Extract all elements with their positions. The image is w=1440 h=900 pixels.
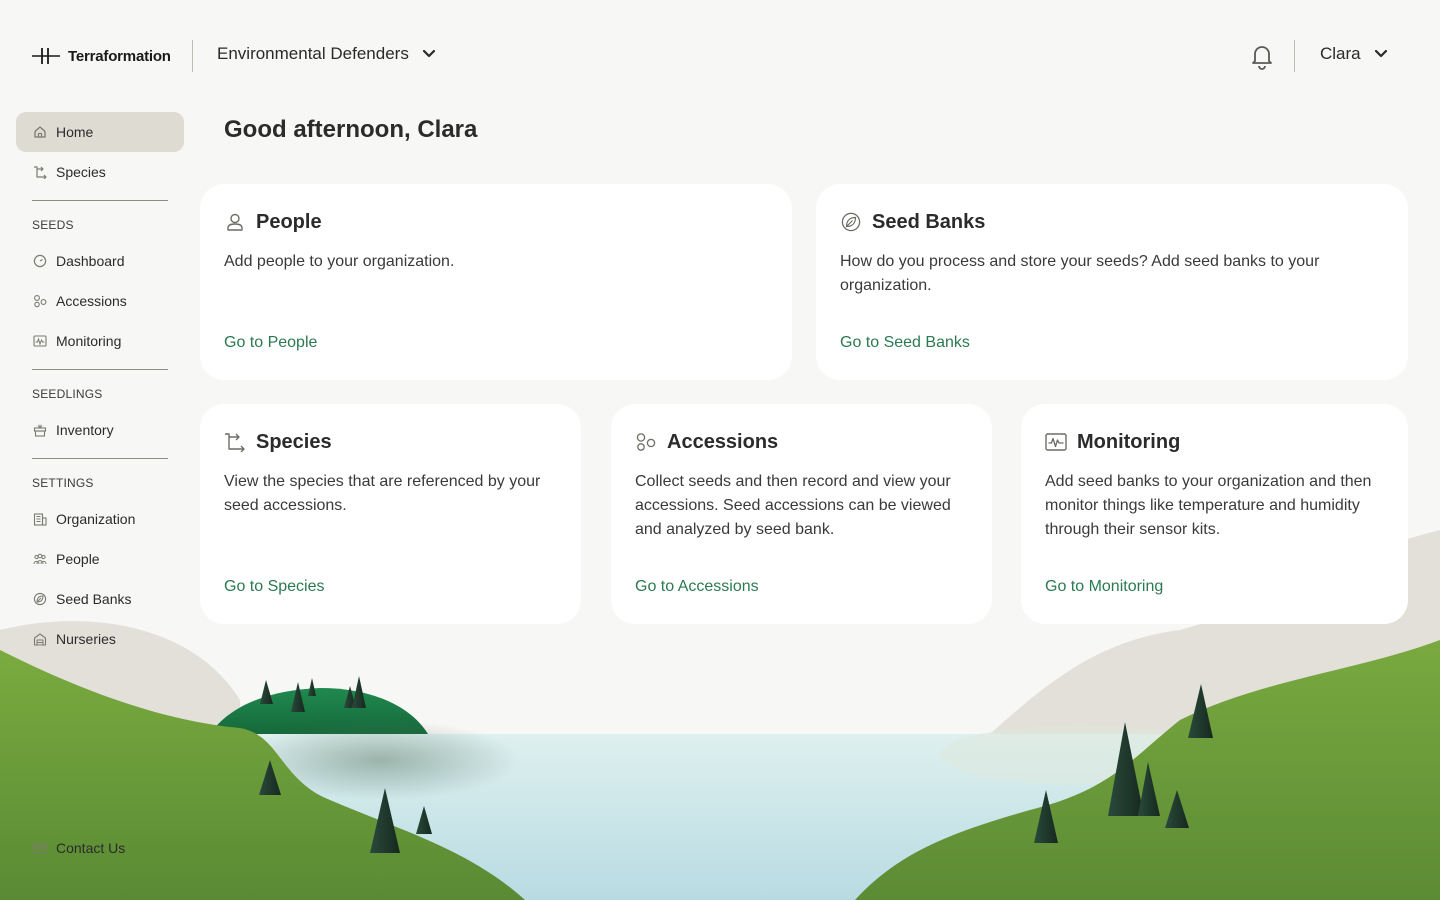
card-title-text: Accessions [667,430,779,453]
sidebar-item-label: People [56,551,100,567]
sidebar-section-seedlings: SEEDLINGS [32,387,103,401]
sidebar-item-label: Monitoring [56,333,122,349]
header-divider [192,40,193,72]
contact-us-section: Contact Us [16,828,184,868]
go-to-people-link[interactable]: Go to People [224,334,317,352]
card-title: Monitoring [1045,428,1384,456]
card-people: People Add people to your organization. … [200,184,792,380]
chevron-down-icon [1374,50,1387,58]
organization-dropdown[interactable]: Environmental Defenders [217,44,435,64]
sidebar-divider [32,458,168,459]
organization-name: Environmental Defenders [217,44,409,63]
sidebar-item-organization[interactable]: Organization [16,499,184,539]
sidebar-item-seed-banks[interactable]: Seed Banks [16,579,184,619]
card-description: Add seed banks to your organization and … [1045,473,1372,538]
nursery-icon [32,631,48,647]
sidebar-item-label: Dashboard [56,253,125,269]
user-menu-dropdown[interactable]: Clara [1320,44,1387,64]
sidebar-item-people[interactable]: People [16,539,184,579]
logo-mark-icon [32,48,60,64]
go-to-seed-banks-link[interactable]: Go to Seed Banks [840,334,970,352]
go-to-accessions-link[interactable]: Go to Accessions [635,578,759,596]
sidebar-divider [32,200,168,201]
home-icon [32,124,48,140]
accessions-icon [32,293,48,309]
sidebar-item-nurseries[interactable]: Nurseries [16,619,184,659]
card-description: View the species that are referenced by … [224,473,541,514]
person-icon [224,211,246,233]
mail-icon [32,840,48,856]
dashboard-icon [32,253,48,269]
sidebar-item-home[interactable]: Home [16,112,184,152]
card-description: Collect seeds and then record and view y… [635,473,951,538]
sidebar-item-dashboard[interactable]: Dashboard [16,241,184,281]
species-icon [224,431,246,453]
card-seed-banks: Seed Banks How do you process and store … [816,184,1408,380]
card-title: Species [224,428,557,456]
sidebar-item-label: Organization [56,511,136,527]
seed-bank-icon [32,591,48,607]
go-to-monitoring-link[interactable]: Go to Monitoring [1045,578,1163,596]
sidebar-item-accessions[interactable]: Accessions [16,281,184,321]
card-accessions: Accessions Collect seeds and then record… [611,404,992,624]
chevron-down-icon [422,50,435,58]
sidebar-item-label: Nurseries [56,631,116,647]
notifications-bell-icon[interactable] [1248,42,1276,70]
terraformation-logo[interactable]: Terraformation [32,44,171,68]
card-title-text: Species [256,430,332,453]
header-divider-user [1294,40,1295,72]
seed-bank-icon [840,211,862,233]
card-description: How do you process and store your seeds?… [840,253,1320,294]
organization-icon [32,511,48,527]
card-title: People [224,208,768,236]
contact-us-link[interactable]: Contact Us [16,828,184,868]
sidebar-section-settings: SETTINGS [32,476,94,490]
card-title-text: People [256,210,322,233]
contact-us-label: Contact Us [56,840,126,856]
monitoring-icon [32,333,48,349]
sidebar-nav: Home Species SEEDS Dashboard Accessions … [16,112,184,659]
card-species: Species View the species that are refere… [200,404,581,624]
go-to-species-link[interactable]: Go to Species [224,578,325,596]
sidebar-item-label: Home [56,124,94,140]
people-icon [32,551,48,567]
sidebar-item-label: Seed Banks [56,591,132,607]
card-title-text: Monitoring [1077,430,1181,453]
accessions-icon [635,431,657,453]
sidebar-item-species[interactable]: Species [16,152,184,192]
sidebar-item-label: Species [56,164,106,180]
sidebar-item-inventory[interactable]: Inventory [16,410,184,450]
inventory-icon [32,422,48,438]
card-description: Add people to your organization. [224,253,455,270]
sidebar-item-label: Inventory [56,422,114,438]
sidebar-section-seeds: SEEDS [32,218,74,232]
user-name: Clara [1320,44,1361,63]
page-greeting: Good afternoon, Clara [224,116,478,143]
card-title: Seed Banks [840,208,1384,236]
logo-text: Terraformation [68,47,171,65]
top-bar: Terraformation Environmental Defenders C… [0,0,1440,112]
sidebar-divider [32,369,168,370]
card-title: Accessions [635,428,968,456]
sidebar-item-label: Accessions [56,293,127,309]
species-icon [32,164,48,180]
sidebar-item-monitoring[interactable]: Monitoring [16,321,184,361]
monitoring-icon [1045,431,1067,453]
card-monitoring: Monitoring Add seed banks to your organi… [1021,404,1408,624]
card-title-text: Seed Banks [872,210,986,233]
